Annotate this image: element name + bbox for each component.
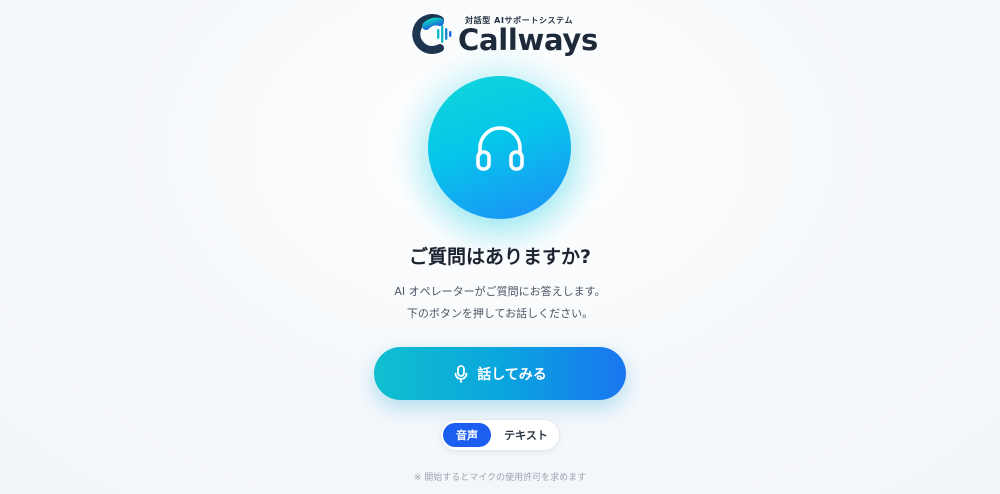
description-line-2: 下のボタンを押してお話しください。 bbox=[406, 307, 594, 320]
mode-toggle: 音声 テキスト bbox=[440, 419, 560, 451]
mode-option-voice[interactable]: 音声 bbox=[443, 423, 491, 447]
talk-button-content: 話してみる bbox=[453, 364, 547, 384]
talk-button[interactable]: 話してみる bbox=[374, 347, 626, 400]
mode-option-text[interactable]: テキスト bbox=[495, 423, 557, 447]
hero-circle bbox=[428, 76, 571, 219]
callways-logo-icon bbox=[412, 14, 452, 54]
microphone-icon bbox=[454, 364, 468, 383]
microphone-permission-notice: ※ 開始するとマイクの使用許可を求めます bbox=[413, 473, 587, 483]
headset-icon bbox=[476, 126, 524, 171]
description-line-1: AI オペレーターがご質問にお答えします。 bbox=[394, 285, 606, 298]
question-title: ご質問はありますか? bbox=[408, 246, 592, 268]
page: 対話型 AIサポートシステム Callways ご質問はありますか? AI オペ… bbox=[0, 0, 1000, 494]
talk-button-label: 話してみる bbox=[477, 366, 547, 383]
